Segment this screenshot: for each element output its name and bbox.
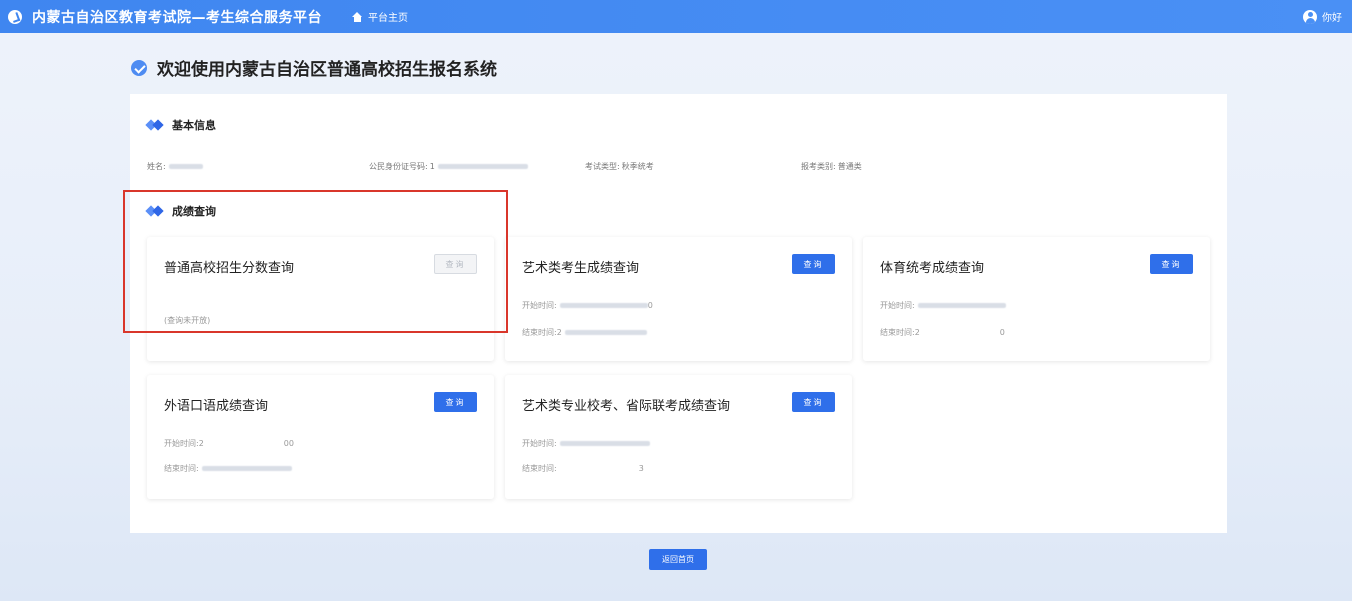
exam-type-value: 秋季统考	[621, 162, 654, 171]
basic-info-title: 基本信息	[172, 119, 216, 132]
platform-home-link[interactable]: 平台主页	[352, 9, 408, 24]
end-time-redacted	[564, 330, 647, 335]
start-time-redacted	[559, 441, 650, 446]
query-button[interactable]: 查询	[434, 392, 477, 412]
user-menu[interactable]: 你好	[1303, 0, 1342, 33]
exam-type-label: 考试类型:	[585, 162, 620, 171]
end-time-label: 结束时间:	[164, 464, 199, 473]
start-time-redacted	[917, 303, 1006, 308]
end-time-label: 结束时间:	[522, 464, 557, 473]
end-time-tail: 3	[638, 464, 644, 473]
card-art-score: 艺术类考生成绩查询 查询 开始时间: 0 结束时间: 2	[505, 237, 852, 361]
platform-logo-icon	[8, 9, 22, 24]
end-time-prefix: 2	[914, 328, 920, 337]
info-id: 公民身份证号码: 1	[369, 161, 528, 172]
end-time-label: 结束时间:	[880, 328, 915, 337]
card-art-professional-score: 艺术类专业校考、省际联考成绩查询 查询 开始时间: 结束时间: 3	[505, 375, 852, 499]
card-title: 艺术类考生成绩查询	[522, 261, 640, 276]
top-bar: 内蒙古自治区教育考试院—考生综合服务平台 平台主页 你好	[0, 0, 1352, 33]
info-category: 报考类别: 普通类	[801, 161, 862, 172]
diamond-icon	[146, 119, 166, 131]
card-title: 体育统考成绩查询	[880, 261, 985, 276]
page-title: 欢迎使用内蒙古自治区普通高校招生报名系统	[157, 60, 497, 80]
start-time: 开始时间:	[880, 300, 1006, 311]
start-time: 开始时间: 0	[522, 300, 653, 311]
start-time-label: 开始时间:	[164, 439, 199, 448]
start-time-label: 开始时间:	[522, 439, 557, 448]
shield-check-icon	[131, 59, 147, 76]
page-heading: 欢迎使用内蒙古自治区普通高校招生报名系统	[131, 55, 497, 80]
start-time: 开始时间: 2 00	[164, 438, 294, 449]
start-time-label: 开始时间:	[880, 301, 915, 310]
basic-info-header: 基本信息	[146, 117, 216, 133]
card-title: 外语口语成绩查询	[164, 399, 269, 414]
end-time: 结束时间: 2 0	[880, 327, 1005, 338]
end-time-prefix: 2	[556, 328, 562, 337]
platform-home-label: 平台主页	[368, 13, 408, 24]
back-to-home-button[interactable]: 返回首页	[649, 549, 707, 570]
card-sports-score: 体育统考成绩查询 查询 开始时间: 结束时间: 2 0	[863, 237, 1210, 361]
card-oral-english-score: 外语口语成绩查询 查询 开始时间: 2 00 结束时间:	[147, 375, 494, 499]
start-time-label: 开始时间:	[522, 301, 557, 310]
home-icon	[352, 11, 363, 22]
end-time: 结束时间: 2	[522, 327, 647, 338]
end-time-label: 结束时间:	[522, 328, 557, 337]
info-name: 姓名:	[147, 161, 203, 172]
end-time-redacted	[201, 466, 292, 471]
start-time-tail: 0	[647, 301, 653, 310]
start-time-tail: 00	[283, 439, 294, 448]
id-value-redacted	[437, 164, 528, 169]
user-greeting: 你好	[1322, 13, 1342, 24]
name-value-redacted	[168, 164, 203, 169]
card-title: 艺术类专业校考、省际联考成绩查询	[522, 399, 731, 414]
info-exam-type: 考试类型: 秋季统考	[585, 161, 654, 172]
start-time: 开始时间:	[522, 438, 650, 449]
highlight-annotation-box	[123, 190, 508, 333]
id-prefix: 1	[429, 162, 435, 171]
app-title: 内蒙古自治区教育考试院—考生综合服务平台	[32, 9, 322, 26]
name-label: 姓名:	[147, 162, 166, 171]
start-time-redacted	[559, 303, 648, 308]
query-button[interactable]: 查询	[1150, 254, 1193, 274]
category-value: 普通类	[837, 162, 862, 171]
query-button[interactable]: 查询	[792, 392, 835, 412]
id-label: 公民身份证号码:	[369, 162, 428, 171]
query-button[interactable]: 查询	[792, 254, 835, 274]
end-time: 结束时间: 3	[522, 463, 644, 474]
category-label: 报考类别:	[801, 162, 836, 171]
end-time-tail: 0	[999, 328, 1005, 337]
end-time: 结束时间:	[164, 463, 292, 474]
start-time-prefix: 2	[198, 439, 204, 448]
user-avatar-icon	[1303, 9, 1317, 24]
